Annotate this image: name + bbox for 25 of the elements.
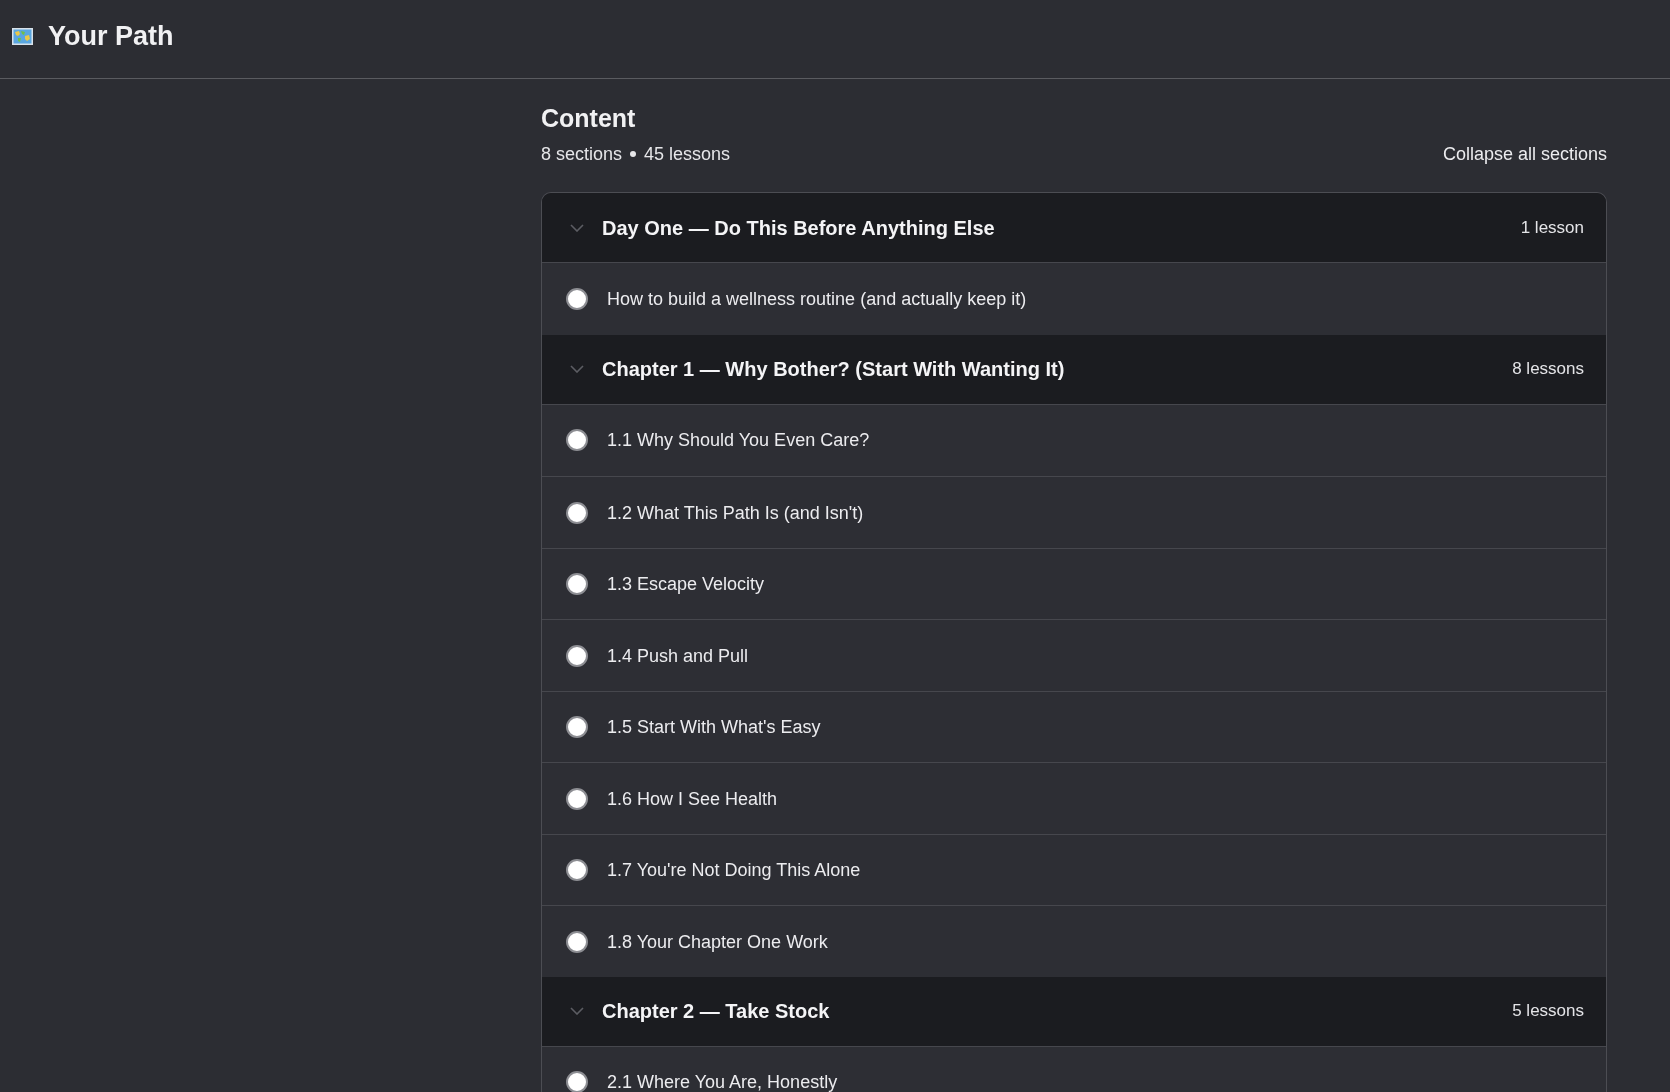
lesson-title: 2.1 Where You Are, Honestly — [607, 1072, 838, 1092]
sections-count: 8 sections — [541, 143, 623, 166]
app-title: Your Path — [48, 20, 174, 53]
section-header[interactable]: Chapter 2 — Take Stock 5 lessons — [542, 976, 1606, 1047]
world-map-icon — [12, 27, 33, 45]
lesson-title: 1.5 Start With What's Easy — [607, 717, 821, 737]
lesson-title: 1.8 Your Chapter One Work — [607, 931, 828, 952]
section-title: Day One — Do This Before Anything Else — [602, 215, 995, 241]
content-heading: Content — [541, 103, 636, 133]
lesson-title: How to build a wellness routine (and actually keep it) — [607, 288, 1027, 309]
lesson-title: 1.7 You're Not Doing This Alone — [607, 860, 861, 880]
lessons-count: 45 lessons — [644, 143, 731, 166]
lesson-title: 1.3 Escape Velocity — [607, 574, 765, 594]
lesson-title: 1.1 Why Should You Even Care? — [607, 430, 870, 450]
lesson-title: 1.6 How I See Health — [607, 788, 778, 809]
lesson-title: 1.2 What This Path Is (and Isn't) — [607, 502, 864, 523]
lesson-title: 1.4 Push and Pull — [607, 645, 749, 666]
lesson-count: 5 lessons — [1512, 1000, 1584, 1022]
section-header[interactable]: Day One — Do This Before Anything Else 1 lesson — [542, 193, 1606, 263]
section-title: Chapter 2 — Take Stock — [602, 999, 830, 1024]
lesson-count: 8 lessons — [1512, 358, 1584, 380]
collapse-all-link[interactable]: Collapse all sections — [1442, 142, 1607, 166]
lesson-count: 1 lesson — [1520, 216, 1584, 239]
section-title: Chapter 1 — Why Bother? (Start With Wanting It) — [602, 357, 1065, 382]
section-header[interactable]: Chapter 1 — Why Bother? (Start With Wanting It) 8 lessons — [542, 334, 1606, 405]
